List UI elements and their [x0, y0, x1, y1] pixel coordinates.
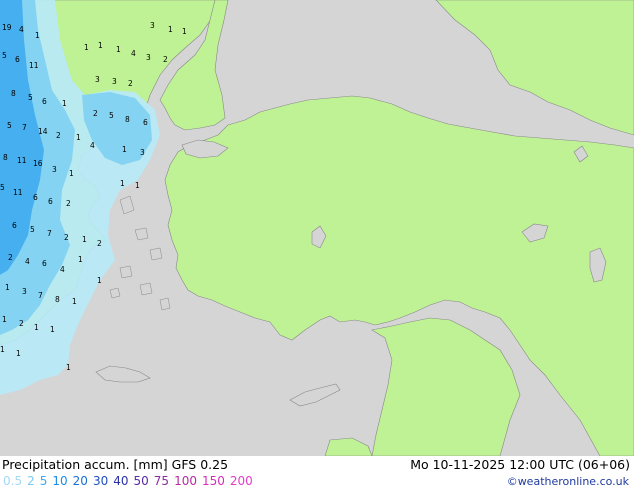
precip-label: 4	[60, 265, 65, 274]
precip-label: 4	[131, 49, 136, 58]
map-title: Precipitation accum. [mm] GFS 0.25	[2, 457, 229, 472]
legend-value: 50	[133, 474, 149, 488]
precip-label: 4	[19, 25, 24, 34]
valid-datetime: Mo 10-11-2025 12:00 UTC (06+06)	[410, 457, 630, 472]
legend-value: 200	[229, 474, 253, 488]
precip-label: 1	[66, 363, 71, 372]
legend-value: 5	[39, 474, 48, 488]
precip-label: 11	[13, 188, 23, 197]
precip-label: 1	[16, 349, 21, 358]
precip-label: 5	[2, 51, 7, 60]
precip-label: 4	[25, 257, 30, 266]
precip-label: 3	[150, 21, 155, 30]
precip-label: 2	[128, 79, 133, 88]
precip-label: 5	[30, 225, 35, 234]
precip-label: 11	[29, 61, 39, 70]
precip-label: 5	[28, 93, 33, 102]
precip-label: 3	[95, 75, 100, 84]
precip-label: 2	[56, 131, 61, 140]
precip-label: 3	[140, 148, 145, 157]
precip-label: 1	[182, 27, 187, 36]
precip-label: 8	[55, 295, 60, 304]
precip-label: 16	[33, 159, 43, 168]
precip-label: 5	[7, 121, 12, 130]
precip-label: 4	[90, 141, 95, 150]
source-credit-link[interactable]: ©weatheronline.co.uk	[507, 475, 629, 488]
precip-label: 1	[120, 179, 125, 188]
precip-label: 7	[47, 229, 52, 238]
precip-label: 1	[62, 99, 67, 108]
precip-label: 1	[82, 235, 87, 244]
precip-label: 1	[34, 323, 39, 332]
precip-label: 1	[72, 297, 77, 306]
precip-label: 6	[42, 97, 47, 106]
precip-label: 1	[168, 25, 173, 34]
map-footer: Precipitation accum. [mm] GFS 0.25 Mo 10…	[0, 456, 634, 490]
precip-label: 2	[97, 239, 102, 248]
precip-label: 1	[122, 145, 127, 154]
precipitation-map: 19 4 1 3 1 1 1 1 1 4 3 2 5 6 11 3 3 2 8 …	[0, 0, 634, 456]
precip-label: 6	[12, 221, 17, 230]
precip-label: 2	[19, 319, 24, 328]
legend-value: 30	[92, 474, 109, 488]
precip-label: 11	[17, 156, 27, 165]
precip-label: 1	[135, 181, 140, 190]
precip-label: 7	[38, 291, 43, 300]
legend-value: 0.5	[3, 474, 23, 488]
precip-label: 1	[69, 169, 74, 178]
precipitation-legend: 0.5 2 5 10 20 30 40 50 75 100 150 200	[3, 474, 258, 488]
precip-label: 19	[2, 23, 12, 32]
precip-label: 1	[0, 345, 5, 354]
precip-label: 1	[2, 315, 7, 324]
precip-label: 2	[8, 253, 13, 262]
precip-label: 5	[109, 111, 114, 120]
precip-label: 2	[66, 199, 71, 208]
legend-value: 40	[113, 474, 129, 488]
precip-label: 14	[38, 127, 48, 136]
precip-label: 3	[22, 287, 27, 296]
forecast-map-app: 19 4 1 3 1 1 1 1 1 4 3 2 5 6 11 3 3 2 8 …	[0, 0, 634, 490]
precip-label: 5	[0, 183, 5, 192]
precip-label: 1	[98, 41, 103, 50]
precip-label: 6	[48, 197, 53, 206]
precip-label: 2	[64, 233, 69, 242]
legend-value: 100	[174, 474, 197, 488]
legend-value: 150	[201, 474, 225, 488]
legend-value: 10	[52, 474, 68, 488]
precip-label: 1	[97, 276, 102, 285]
precip-label: 7	[22, 123, 27, 132]
precip-label: 3	[112, 77, 117, 86]
precip-label: 6	[143, 118, 148, 127]
precip-label: 8	[125, 115, 130, 124]
precip-label: 8	[3, 153, 8, 162]
legend-value: 20	[72, 474, 88, 488]
precip-label: 1	[50, 325, 55, 334]
precip-label: 1	[35, 31, 40, 40]
precip-label: 1	[116, 45, 121, 54]
precip-label: 2	[163, 55, 168, 64]
precip-label: 1	[84, 43, 89, 52]
precip-label: 3	[146, 53, 151, 62]
precip-label: 6	[15, 55, 20, 64]
precip-label: 8	[11, 89, 16, 98]
precip-label: 1	[76, 133, 81, 142]
precip-label: 1	[5, 283, 10, 292]
precip-label: 6	[33, 193, 38, 202]
precip-label: 1	[78, 255, 83, 264]
legend-value: 75	[153, 474, 170, 488]
precip-label: 3	[52, 165, 57, 174]
precip-label: 6	[42, 259, 47, 268]
legend-value: 2	[27, 474, 35, 488]
precip-label: 2	[93, 109, 98, 118]
